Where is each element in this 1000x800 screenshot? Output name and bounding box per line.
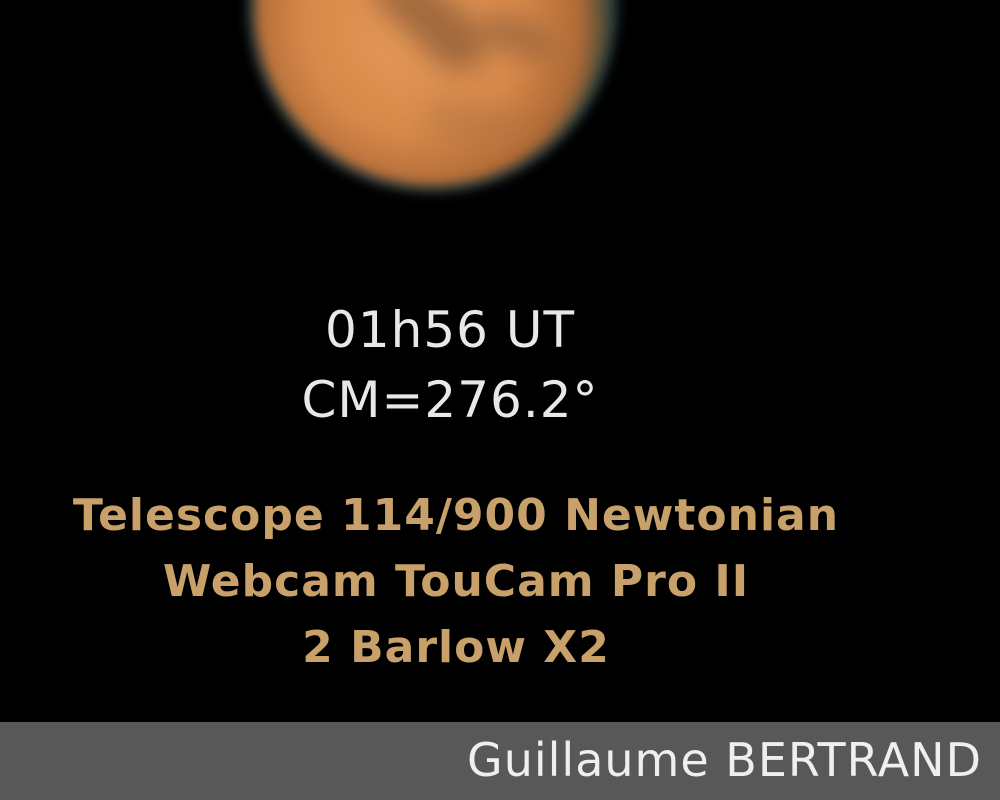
mars-disk-icon [246, 0, 619, 194]
author-credit: Guillaume BERTRAND [467, 733, 982, 787]
observation-time: 01h56 UT [325, 301, 575, 359]
equipment-camera: Webcam TouCam Pro II [162, 556, 750, 607]
astro-photo-frame: 01h56 UT CM=276.2° Telescope 114/900 New… [0, 0, 1000, 800]
central-meridian: CM=276.2° [301, 371, 599, 429]
equipment-barlow: 2 Barlow X2 [302, 622, 610, 673]
equipment-telescope: Telescope 114/900 Newtonian [72, 490, 840, 541]
credit-bar: Guillaume BERTRAND [0, 722, 1000, 800]
mars-planet-image [235, 0, 630, 205]
